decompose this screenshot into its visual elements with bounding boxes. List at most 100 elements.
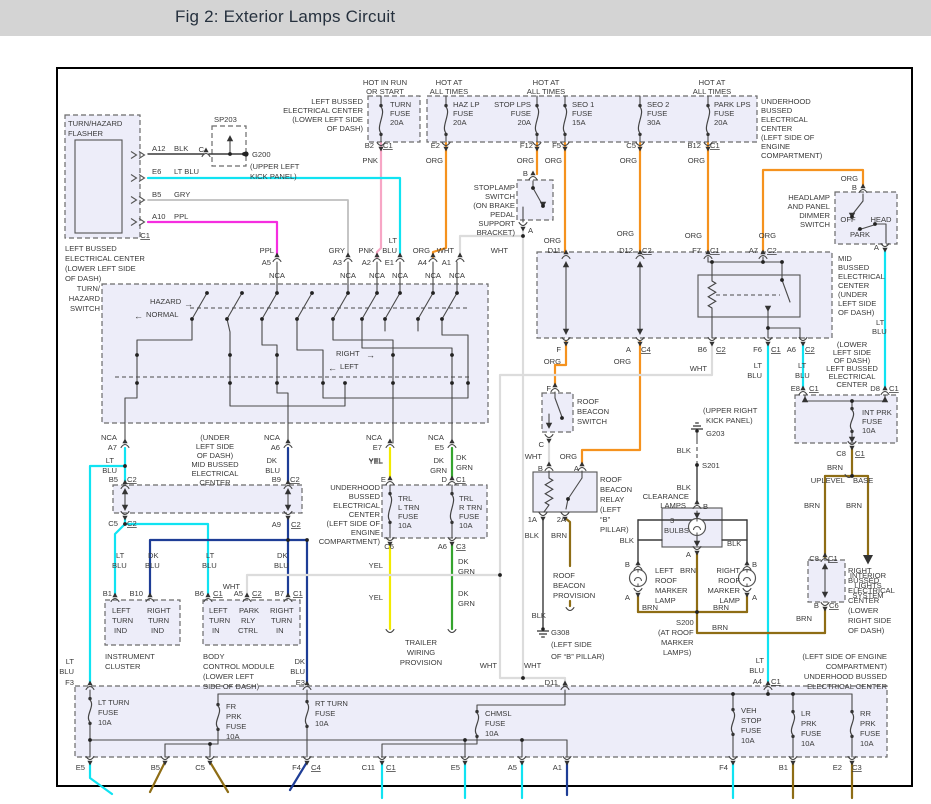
diagram-label: SWITCH bbox=[485, 192, 515, 201]
junction-dot bbox=[331, 317, 335, 321]
diagram-label: BLK bbox=[525, 531, 539, 540]
diagram-label: (LEFT SIDE OF bbox=[327, 519, 381, 528]
diagram-label: 20A bbox=[390, 118, 404, 127]
diagram-label: RIGHT bbox=[716, 566, 740, 575]
diagram-label: C2 bbox=[127, 475, 137, 484]
diagram-label: FUSE bbox=[485, 719, 505, 728]
diagram-label: WHT bbox=[524, 661, 542, 670]
diagram-label: 3 bbox=[670, 516, 674, 525]
diagram-label: B5 bbox=[152, 190, 161, 199]
diagram-label: 30A bbox=[647, 118, 661, 127]
diagram-label: WHT bbox=[480, 661, 498, 670]
junction-dot bbox=[240, 291, 244, 295]
junction-dot bbox=[695, 610, 699, 614]
diagram-label: NCA bbox=[449, 271, 466, 280]
diagram-label: FLASHER bbox=[68, 129, 104, 138]
junction-dot bbox=[275, 381, 279, 385]
diagram-label: BLU bbox=[265, 466, 280, 475]
diagram-label: GRN bbox=[430, 466, 447, 475]
diagram-label: SIDE OF DASH) bbox=[203, 682, 260, 691]
fuse-terminal bbox=[216, 703, 219, 706]
diagram-label: (LEFT bbox=[600, 505, 621, 514]
diagram-label: FUSE bbox=[801, 729, 821, 738]
junction-dot bbox=[498, 573, 502, 577]
diagram-label: ALL TIMES bbox=[527, 87, 565, 96]
diagram-label: IN bbox=[212, 626, 220, 635]
diagram-label: FUSE bbox=[741, 726, 761, 735]
component-box-solid bbox=[533, 472, 597, 512]
diagram-label: LAMPS) bbox=[663, 648, 692, 657]
diagram-label: C6 bbox=[829, 601, 839, 610]
diagram-label: A5 bbox=[262, 258, 271, 267]
diagram-label: CENTER bbox=[199, 478, 231, 487]
junction-dot bbox=[761, 260, 765, 264]
diagram-label: BASE bbox=[853, 476, 873, 485]
diagram-label: L TRN bbox=[398, 503, 420, 512]
diagram-label: A6 bbox=[787, 345, 796, 354]
diagram-label: 10A bbox=[485, 729, 499, 738]
diagram-label: D8 bbox=[870, 384, 880, 393]
diagram-label: GRN bbox=[456, 463, 473, 472]
diagram-label: ORG bbox=[759, 231, 776, 240]
diagram-label: B bbox=[523, 169, 528, 178]
fuse-terminal bbox=[563, 104, 566, 107]
fuse-terminal bbox=[850, 407, 853, 410]
diagram-label: RIGHT bbox=[270, 606, 294, 615]
diagram-label: A7 bbox=[749, 246, 758, 255]
diagram-label: WHT bbox=[491, 246, 509, 255]
diagram-label: LAMP bbox=[655, 596, 676, 605]
diagram-label: B bbox=[752, 560, 757, 569]
diagram-label: BLU bbox=[747, 371, 762, 380]
diagram-label: D11 bbox=[545, 678, 558, 687]
fuse-terminal bbox=[850, 735, 853, 738]
page: Fig 2: Exterior Lamps Circuit HOT IN RUN… bbox=[0, 0, 931, 804]
diagram-label: (LEFT SIDE OF ENGINE bbox=[802, 652, 887, 661]
junction-dot bbox=[305, 538, 309, 542]
diagram-label: ELECTRICAL bbox=[333, 501, 380, 510]
diagram-label: → bbox=[184, 299, 193, 309]
diagram-label: LEFT bbox=[209, 606, 228, 615]
diagram-label: HOT IN RUN bbox=[363, 78, 407, 87]
diagram-label: C2 bbox=[127, 519, 137, 528]
component-box bbox=[517, 180, 553, 220]
diagram-label: 10A bbox=[398, 521, 412, 530]
diagram-label: (LOWER LEFT bbox=[203, 672, 254, 681]
diagram-label: LEFT SIDE bbox=[838, 299, 876, 308]
diagram-label: G308 bbox=[551, 628, 570, 637]
diagram-label: C1 bbox=[140, 231, 150, 240]
diagram-label: OF DASH) bbox=[327, 124, 364, 133]
junction-dot bbox=[135, 381, 139, 385]
diagram-label: ELECTRICAL CENTER bbox=[807, 682, 887, 691]
diagram-label: 10A bbox=[459, 521, 473, 530]
diagram-label: PPL bbox=[260, 246, 274, 255]
diagram-label: C bbox=[199, 145, 205, 154]
diagram-label: (LOWER LEFT SIDE bbox=[292, 115, 363, 124]
diagram-label: YEL bbox=[369, 457, 383, 466]
diagram-label: CENTER bbox=[761, 124, 793, 133]
junction-dot bbox=[398, 291, 402, 295]
diagram-label: B5 bbox=[151, 763, 160, 772]
fuse-terminal bbox=[563, 133, 566, 136]
diagram-label: NCA bbox=[425, 271, 442, 280]
diagram-label: A5 bbox=[508, 763, 517, 772]
junction-dot bbox=[791, 692, 795, 696]
diagram-label: 1A bbox=[528, 515, 538, 524]
diagram-label: D12 bbox=[619, 246, 633, 255]
junction-dot bbox=[450, 381, 454, 385]
diagram-label: C bbox=[539, 440, 545, 449]
diagram-label: SWITCH bbox=[70, 304, 100, 313]
diagram-label: B6 bbox=[195, 589, 204, 598]
diagram-label: ORG bbox=[517, 156, 534, 165]
diagram-label: WIRING bbox=[407, 648, 435, 657]
diagram-label: SUPPORT bbox=[478, 219, 515, 228]
diagram-label: CTRL bbox=[238, 626, 258, 635]
diagram-label: F6 bbox=[753, 345, 762, 354]
diagram-label: B7 bbox=[275, 589, 284, 598]
diagram-label: NCA bbox=[392, 271, 409, 280]
diagram-label: PRK bbox=[801, 719, 817, 728]
diagram-label: OF DASH) bbox=[848, 626, 885, 635]
junction-dot bbox=[695, 463, 699, 467]
diagram-label: FUSE bbox=[453, 109, 473, 118]
diagram-label: 10A bbox=[801, 739, 815, 748]
junction-dot bbox=[710, 260, 714, 264]
